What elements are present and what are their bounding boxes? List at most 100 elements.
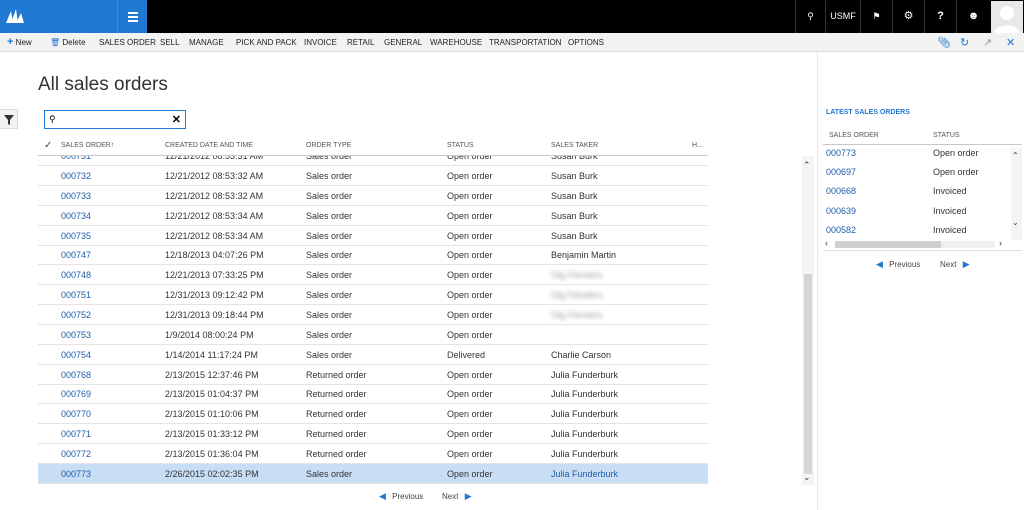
scroll-left-icon[interactable]: ‹ — [825, 238, 828, 248]
table-row[interactable]: 000732 12/21/2012 08:53:32 AM Sales order O… — [38, 166, 708, 186]
list-item[interactable]: 000697 Open order — [823, 163, 1009, 182]
list-item[interactable]: 000773 Open order — [823, 144, 1009, 163]
scroll-up-icon[interactable]: ⌃ — [803, 160, 811, 171]
list-item[interactable]: 000582 Invoiced — [823, 221, 1009, 240]
table-row[interactable]: 000752 12/31/2013 09:18:44 PM Sales order O… — [38, 305, 708, 325]
sales-order-link[interactable]: 000771 — [61, 424, 91, 444]
delete-button[interactable]: 🗑︎ Delete — [50, 33, 86, 52]
table-row[interactable]: 000771 2/13/2015 01:33:12 PM Returned orde… — [38, 424, 708, 445]
scroll-thumb[interactable] — [804, 274, 812, 474]
tab-general[interactable]: GENERAL — [384, 33, 422, 52]
factbox-sales-order-link[interactable]: 000639 — [826, 202, 856, 221]
feedback-button[interactable]: ⚑ — [860, 0, 892, 33]
factbox-column-sales-order[interactable]: SALES ORDER — [829, 126, 879, 145]
new-button[interactable]: + New — [7, 33, 32, 52]
list-item[interactable]: 000668 Invoiced — [823, 182, 1009, 201]
tab-transportation[interactable]: TRANSPORTATION — [489, 33, 561, 52]
table-row[interactable]: 000753 1/9/2014 08:00:24 PM Sales order Ope… — [38, 325, 708, 345]
sales-order-link[interactable]: 000769 — [61, 384, 91, 404]
sales-order-link[interactable]: 000732 — [61, 166, 91, 186]
table-row[interactable]: 000733 12/21/2012 08:53:32 AM Sales order O… — [38, 186, 708, 206]
popout-icon[interactable]: ↗ — [983, 36, 992, 49]
table-row[interactable]: 000751 12/31/2013 09:12:42 PM Sales order O… — [38, 285, 708, 306]
tab-manage[interactable]: MANAGE — [189, 33, 224, 52]
tab-sales-order[interactable]: SALES ORDER — [99, 33, 156, 52]
sales-order-link[interactable]: 000734 — [61, 206, 91, 226]
table-row[interactable]: 000731 12/21/2012 08:53:31 AM Sales orde… — [38, 156, 708, 166]
tab-invoice[interactable]: INVOICE — [304, 33, 337, 52]
grid-vertical-scrollbar[interactable]: ⌃ ⌄ — [802, 156, 814, 485]
tab-pick-and-pack[interactable]: PICK AND PACK — [236, 33, 297, 52]
factbox-sales-order-link[interactable]: 000697 — [826, 163, 856, 182]
user-feedback-button[interactable]: ☻ — [956, 0, 990, 33]
help-button[interactable]: ? — [924, 0, 956, 33]
list-item[interactable]: 000639 Invoiced — [823, 202, 1009, 221]
sales-order-link[interactable]: 000735 — [61, 226, 91, 246]
company-picker[interactable]: USMF — [825, 0, 860, 33]
quick-filter-input[interactable] — [61, 112, 169, 127]
scroll-thumb[interactable] — [835, 241, 941, 248]
tab-retail[interactable]: RETAIL — [347, 33, 374, 52]
tab-sell[interactable]: SELL — [160, 33, 180, 52]
close-icon[interactable]: ✕ — [1006, 36, 1015, 49]
sales-order-link[interactable]: 000751 — [61, 285, 91, 305]
select-all-checkmark-icon[interactable]: ✓ — [44, 140, 52, 151]
factbox-sales-order-link[interactable]: 000668 — [826, 182, 856, 201]
sales-order-link[interactable]: 000770 — [61, 404, 91, 424]
search-button[interactable]: ⚲ — [795, 0, 825, 33]
attachments-icon[interactable]: 📎︎ — [937, 36, 951, 49]
sales-order-link[interactable]: 000768 — [61, 365, 91, 385]
sales-taker-cell: Julia Funderburk — [551, 369, 619, 380]
factbox-previous-button[interactable]: ◀ Previous — [876, 259, 920, 270]
factbox-title[interactable]: LATEST SALES ORDERS — [826, 109, 910, 116]
factbox-sales-order-link[interactable]: 000582 — [826, 221, 856, 240]
sales-order-link[interactable]: 000753 — [61, 325, 91, 345]
order-type-cell: Returned order — [306, 448, 367, 459]
sales-order-link[interactable]: 000772 — [61, 444, 91, 464]
table-row[interactable]: 000748 12/21/2013 07:33:25 PM Sales order O… — [38, 265, 708, 286]
factbox-vertical-scrollbar[interactable]: ⌃ ⌄ — [1011, 148, 1022, 240]
column-header-sales-order[interactable]: SALES ORDER↑ — [61, 136, 114, 156]
table-row[interactable]: 000768 2/13/2015 12:37:46 PM Returned orde… — [38, 365, 708, 385]
sales-order-link[interactable]: 000752 — [61, 305, 91, 325]
column-header-sales-taker[interactable]: SALES TAKER — [551, 136, 598, 156]
tab-warehouse[interactable]: WAREHOUSE — [430, 33, 482, 52]
table-row[interactable]: 000747 12/18/2013 04:07:26 PM Sales order O… — [38, 245, 708, 266]
table-row[interactable]: 000735 12/21/2012 08:53:34 AM Sales order O… — [38, 226, 708, 246]
table-row[interactable]: 000772 2/13/2015 01:36:04 PM Returned orde… — [38, 444, 708, 464]
previous-page-button[interactable]: ◀ Previous — [379, 491, 423, 502]
table-row[interactable]: 000773 2/26/2015 02:02:35 PM Sales order Op… — [38, 463, 708, 484]
sales-order-link[interactable]: 000748 — [61, 265, 91, 285]
scroll-up-icon[interactable]: ⌃ — [1012, 151, 1019, 160]
table-row[interactable]: 000769 2/13/2015 01:04:37 PM Returned orde… — [38, 384, 708, 405]
column-header-order-type[interactable]: ORDER TYPE — [306, 136, 351, 156]
settings-button[interactable]: ⚙ — [892, 0, 924, 33]
sales-order-link[interactable]: 000733 — [61, 186, 91, 206]
table-row[interactable]: 000734 12/21/2012 08:53:34 AM Sales order O… — [38, 206, 708, 226]
sales-order-link[interactable]: 000754 — [61, 345, 91, 365]
column-header-hold[interactable]: H... — [692, 136, 703, 156]
next-page-button[interactable]: Next ▶ — [442, 491, 472, 502]
refresh-icon[interactable]: ↻ — [960, 36, 969, 49]
dynamics-logo[interactable] — [0, 0, 117, 33]
factbox-column-status[interactable]: STATUS — [933, 126, 960, 145]
sales-order-link[interactable]: 000773 — [61, 464, 91, 484]
table-row[interactable]: 000770 2/13/2015 01:10:06 PM Returned orde… — [38, 404, 708, 425]
scroll-down-icon[interactable]: ⌄ — [1012, 218, 1019, 227]
factbox-horizontal-scrollbar[interactable]: ‹ › — [823, 238, 1009, 250]
scroll-right-icon[interactable]: › — [999, 238, 1002, 248]
user-avatar[interactable] — [991, 1, 1023, 33]
factbox-sales-order-link[interactable]: 000773 — [826, 144, 856, 163]
filter-pane-toggle[interactable] — [0, 109, 18, 129]
scroll-down-icon[interactable]: ⌄ — [803, 472, 811, 483]
clear-filter-icon[interactable]: ✕ — [172, 113, 181, 126]
factbox-next-button[interactable]: Next ▶ — [940, 259, 970, 270]
table-row[interactable]: 000754 1/14/2014 11:17:24 PM Sales order De… — [38, 345, 708, 365]
column-header-status[interactable]: STATUS — [447, 136, 474, 156]
column-header-created[interactable]: CREATED DATE AND TIME — [165, 136, 253, 156]
quick-filter[interactable]: ⚲ ✕ — [44, 110, 186, 129]
navigation-menu-button[interactable] — [117, 0, 147, 33]
sales-order-link[interactable]: 000731 — [61, 156, 91, 166]
tab-options[interactable]: OPTIONS — [568, 33, 604, 52]
sales-order-link[interactable]: 000747 — [61, 245, 91, 265]
